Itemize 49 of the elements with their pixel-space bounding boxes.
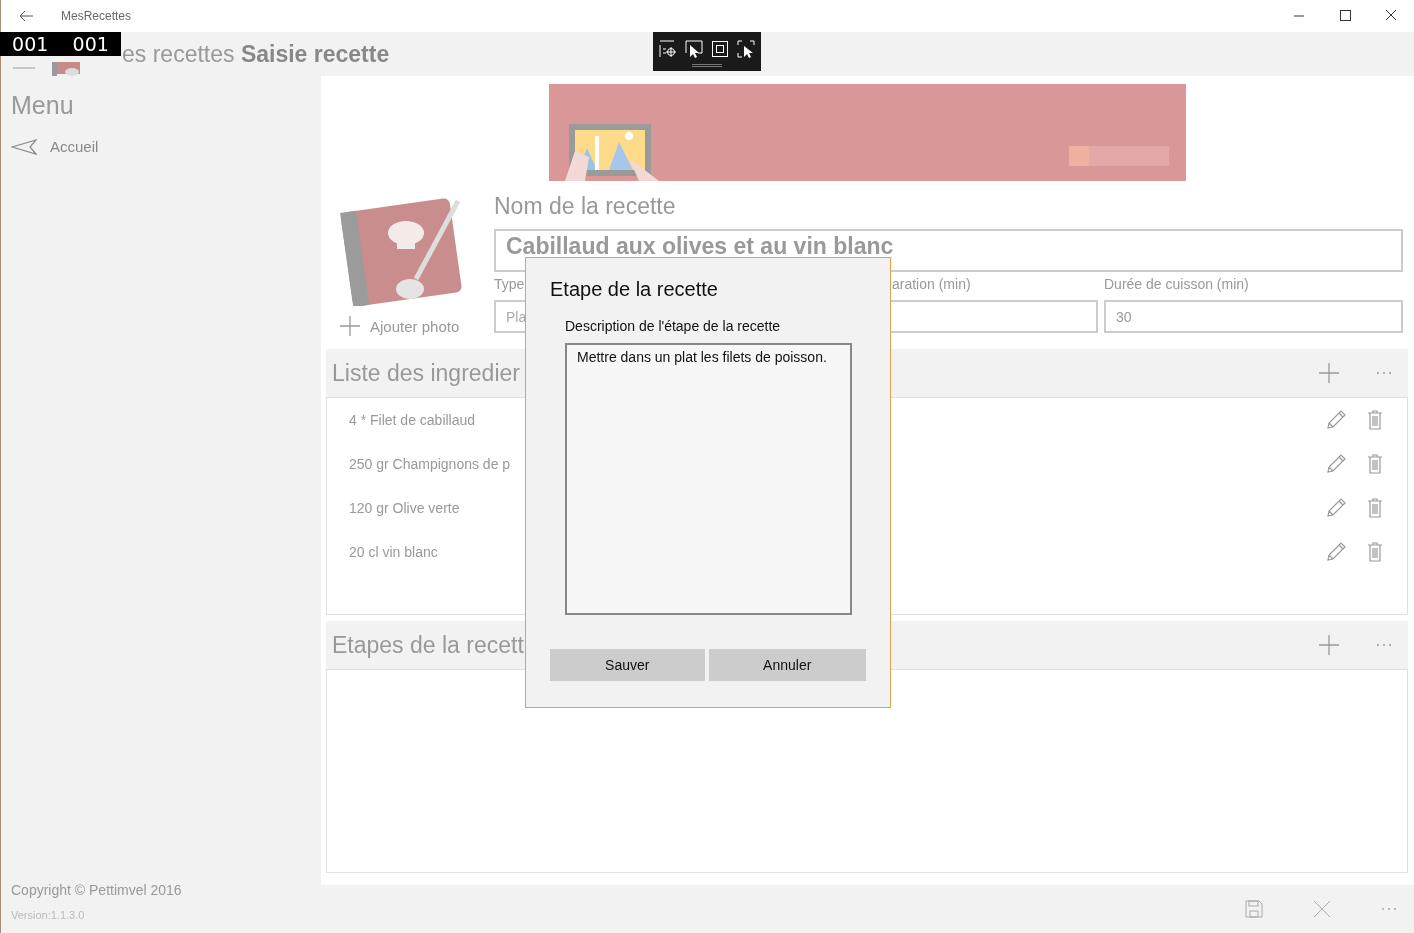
ingredient-text: 4 * Filet de cabillaud — [349, 412, 476, 428]
field-label: Type — [494, 275, 525, 294]
close-icon[interactable] — [1313, 900, 1331, 918]
send-icon — [11, 138, 37, 155]
nav-item[interactable]: Accueil — [11, 138, 321, 155]
cursor-icon[interactable] — [737, 40, 755, 58]
page-title: es recettes Saisie recette — [122, 40, 390, 68]
grip-icon[interactable] — [692, 64, 722, 67]
square-icon[interactable] — [711, 40, 729, 58]
trash-icon[interactable] — [1367, 410, 1383, 430]
target-icon[interactable] — [659, 40, 677, 58]
trash-icon[interactable] — [1367, 498, 1383, 518]
plus-icon — [340, 316, 360, 336]
field-label: aration (min) — [892, 275, 971, 294]
pencil-icon[interactable] — [1325, 453, 1347, 475]
copyright-text: Copyright © Pettimvel 2016 — [11, 882, 183, 898]
counter-text: 001 — [12, 33, 49, 55]
menu-title: Menu — [11, 91, 75, 120]
pencil-icon[interactable] — [1325, 497, 1347, 519]
field-label: Nom de la recette — [494, 192, 677, 221]
save-icon[interactable] — [1245, 900, 1263, 918]
ingredient-text: 20 cl vin blanc — [349, 544, 438, 560]
trash-icon[interactable] — [1367, 542, 1383, 562]
dialog-button[interactable]: Sauver — [550, 649, 705, 681]
cursor-icon[interactable] — [685, 40, 703, 58]
dialog-button[interactable]: Annuler — [708, 649, 866, 681]
ingredient-text: 250 gr Champignons de p — [349, 456, 511, 472]
ingredient-text: 120 gr Olive verte — [349, 500, 460, 516]
add-photo-button[interactable]: Ajouter photo — [340, 316, 494, 336]
more-icon[interactable] — [1381, 907, 1397, 911]
section-title: Etapes de la recett — [332, 631, 524, 659]
description-field[interactable]: Mettre dans un plat les filets de poisson. — [565, 343, 852, 615]
field-label: Durée de cuisson (min) — [1104, 275, 1249, 294]
trash-icon[interactable] — [1367, 454, 1383, 474]
dialog-title: Etape de la recette — [550, 278, 719, 301]
plus-icon[interactable] — [1318, 634, 1340, 656]
pencil-icon[interactable] — [1325, 409, 1347, 431]
window-title: MesRecettes — [61, 9, 132, 23]
section-title: Liste des ingredier — [332, 359, 520, 387]
more-icon[interactable] — [1376, 643, 1392, 647]
field-label: Description de l'étape de la recette — [565, 318, 782, 334]
app-logo-icon — [52, 62, 82, 76]
plus-icon[interactable] — [1318, 362, 1340, 384]
counter-text: 001 — [72, 33, 109, 55]
back-icon[interactable] — [18, 10, 34, 22]
pencil-icon[interactable] — [1325, 541, 1347, 563]
more-icon[interactable] — [1376, 371, 1392, 375]
nav-item-label: Accueil — [50, 138, 99, 155]
text-field[interactable]: 30 — [1104, 300, 1403, 333]
